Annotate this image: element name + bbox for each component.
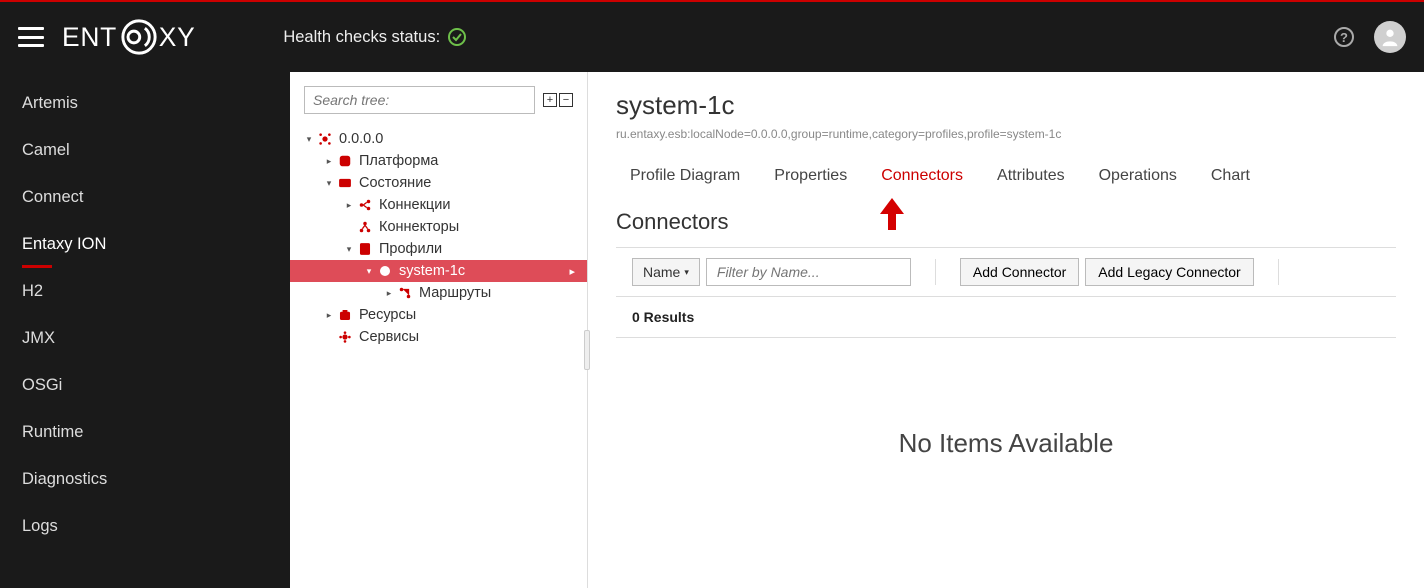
logo[interactable]: ENT XY [62,15,223,59]
node-icon [317,131,333,147]
help-icon[interactable]: ? [1334,27,1354,47]
sidebar-item-camel[interactable]: Camel [0,127,290,174]
chevron-right-icon: ▸ [384,288,394,299]
profile-icon [377,263,393,279]
tree-node-services[interactable]: Сервисы [290,326,587,348]
main-content: system-1c ru.entaxy.esb:localNode=0.0.0.… [588,72,1424,588]
tree-node-profiles[interactable]: ▾ Профили [290,238,587,260]
tree-label: Коннекторы [379,219,459,235]
tab-attributes[interactable]: Attributes [997,163,1065,189]
chevron-down-icon: ▾ [364,266,374,277]
toolbar: Name ▾ Add Connector Add Legacy Connecto… [616,247,1396,297]
resources-icon [337,307,353,323]
sidebar-item-logs[interactable]: Logs [0,503,290,550]
sidebar-item-diagnostics[interactable]: Diagnostics [0,456,290,503]
chevron-down-icon: ▾ [324,178,334,189]
chevron-right-icon: ▸ [569,265,575,278]
chevron-right-icon: ▸ [344,200,354,211]
section-title: Connectors [616,209,1396,235]
page-subtitle: ru.entaxy.esb:localNode=0.0.0.0,group=ru… [616,127,1396,141]
tab-connectors[interactable]: Connectors [881,163,963,189]
page-title: system-1c [616,90,1396,121]
sidebar-item-runtime[interactable]: Runtime [0,409,290,456]
svg-text:XY: XY [159,22,196,52]
sidebar-item-h2[interactable]: H2 [0,268,290,315]
tree-label: Профили [379,241,442,257]
tree-expand-all-icon[interactable]: + [543,93,557,107]
tree-label: system-1c [399,263,465,279]
filter-field-button[interactable]: Name ▾ [632,258,700,286]
tree-node-routes[interactable]: ▸ Маршруты [290,282,587,304]
chevron-right-icon: ▸ [324,156,334,167]
tree-label: Сервисы [359,329,419,345]
sidebar-item-osgi[interactable]: OSGi [0,362,290,409]
sidebar-item-connect[interactable]: Connect [0,174,290,221]
tabs: Profile Diagram Properties Connectors At… [616,163,1396,189]
health-ok-icon [448,28,466,46]
tree-node-root[interactable]: ▾ 0.0.0.0 [290,128,587,150]
tree-label: Ресурсы [359,307,416,323]
health-status: Health checks status: [283,28,466,47]
state-icon [337,175,353,191]
chevron-down-icon: ▾ [304,134,314,145]
toolbar-separator [935,259,936,285]
profiles-icon [357,241,373,257]
hamburger-menu-icon[interactable] [18,27,44,47]
tree-collapse-all-icon[interactable]: − [559,93,573,107]
chevron-down-icon: ▾ [344,244,354,255]
tree-label: Коннекции [379,197,450,213]
user-avatar[interactable] [1374,21,1406,53]
topbar: ENT XY Health checks status: ? [0,2,1424,72]
tree-search-input[interactable] [304,86,535,114]
chevron-right-icon: ▸ [324,310,334,321]
sidebar-item-jmx[interactable]: JMX [0,315,290,362]
tab-chart[interactable]: Chart [1211,163,1250,189]
tree-node-platform[interactable]: ▸ Платформа [290,150,587,172]
chevron-down-icon: ▾ [684,267,689,278]
health-label: Health checks status: [283,28,440,47]
sidebar-item-entaxy-ion[interactable]: Entaxy ION [0,221,290,268]
tab-operations[interactable]: Operations [1099,163,1177,189]
add-legacy-connector-button[interactable]: Add Legacy Connector [1085,258,1253,286]
tab-properties[interactable]: Properties [774,163,847,189]
tree-panel: + − ▾ 0.0.0.0 ▸ Платформа ▾ Состояние ▸ [290,72,588,588]
tree-node-state[interactable]: ▾ Состояние [290,172,587,194]
tree-label: 0.0.0.0 [339,131,383,147]
add-connector-button[interactable]: Add Connector [960,258,1079,286]
arrow-annotation-icon [874,196,910,237]
tree-label: Состояние [359,175,431,191]
filter-field-label: Name [643,264,680,280]
tree-node-connections[interactable]: ▸ Коннекции [290,194,587,216]
svg-text:ENT: ENT [62,22,117,52]
tab-profile-diagram[interactable]: Profile Diagram [630,163,740,189]
tree-node-system-1c[interactable]: ▾ system-1c ▸ [290,260,587,282]
sidebar-item-artemis[interactable]: Artemis [0,80,290,127]
filter-input[interactable] [706,258,911,286]
services-icon [337,329,353,345]
tree-label: Платформа [359,153,438,169]
tree: ▾ 0.0.0.0 ▸ Платформа ▾ Состояние ▸ Конн… [290,128,587,348]
empty-state: No Items Available [616,338,1396,549]
results-count: 0 Results [616,297,1396,338]
tree-node-resources[interactable]: ▸ Ресурсы [290,304,587,326]
connections-icon [357,197,373,213]
routes-icon [397,285,413,301]
connectors-icon [357,219,373,235]
tree-node-connectors[interactable]: Коннекторы [290,216,587,238]
toolbar-separator [1278,259,1279,285]
tree-label: Маршруты [419,285,491,301]
platform-icon [337,153,353,169]
sidebar: Artemis Camel Connect Entaxy ION H2 JMX … [0,72,290,588]
